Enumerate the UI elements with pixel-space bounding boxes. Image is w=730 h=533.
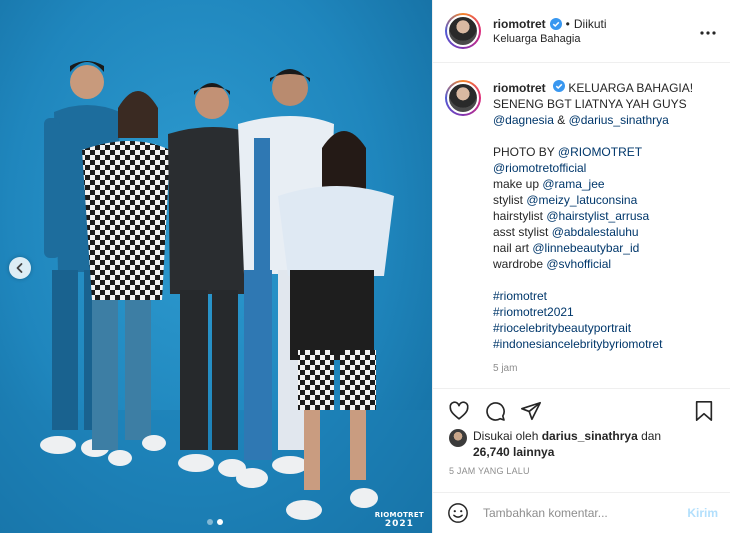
post-location[interactable]: Keluarga Bahagia xyxy=(493,33,698,45)
caption-username[interactable]: riomotret xyxy=(493,81,546,95)
hashtag-link[interactable]: #riomotret2021 xyxy=(493,305,574,319)
caption-text: riomotret KELUARGA BAHAGIA! SENENG BGT L… xyxy=(493,80,693,377)
comment-icon xyxy=(486,401,505,421)
person-woman xyxy=(82,91,170,466)
follow-status-button[interactable]: Diikuti xyxy=(574,17,607,31)
caption-text-fragment: nail art xyxy=(493,241,533,255)
header-separator: • xyxy=(565,17,570,31)
heart-icon xyxy=(449,400,469,420)
family-photo-illustration xyxy=(0,61,432,533)
hashtag-link[interactable]: #riomotret xyxy=(493,289,547,303)
caption-text-fragment: stylist xyxy=(493,193,527,207)
caption-line: stylist @meizy_latuconsina xyxy=(493,192,693,208)
caption-line: PHOTO BY @RIOMOTRET xyxy=(493,144,693,160)
emoji-icon xyxy=(448,503,468,523)
caption-line: hairstylist @hairstylist_arrusa xyxy=(493,208,693,224)
caption-text-fragment: hairstylist xyxy=(493,209,547,223)
mention-link[interactable]: @rama_jee xyxy=(542,177,604,191)
post-actions xyxy=(433,388,730,432)
share-button[interactable] xyxy=(517,397,545,425)
author-username[interactable]: riomotret xyxy=(493,17,546,31)
caption-avatar[interactable] xyxy=(445,80,481,116)
previous-slide-button[interactable] xyxy=(9,257,31,279)
caption-line: #indonesiancelebritybyriomotret xyxy=(493,336,693,352)
caption-text-fragment: PHOTO BY xyxy=(493,145,558,159)
likes-mid: dan xyxy=(637,429,662,443)
caption-text-fragment: wardrobe xyxy=(493,257,547,271)
mention-link[interactable]: @riomotretofficial xyxy=(493,161,586,175)
caption-line: nail art @linnebeautybar_id xyxy=(493,240,693,256)
likes-prefix: Disukai oleh xyxy=(473,429,542,443)
slide-indicator xyxy=(207,519,223,525)
slide-dot[interactable] xyxy=(217,519,223,525)
caption-line: @dagnesia & @darius_sinathrya xyxy=(493,112,693,128)
caption-line: SENENG BGT LIATNYA YAH GUYS xyxy=(493,97,687,111)
watermark-year: 2021 xyxy=(384,518,414,529)
mention-link[interactable]: @RIOMOTRET xyxy=(558,145,642,159)
caption-first-line: KELUARGA BAHAGIA! xyxy=(568,81,694,95)
comment-button[interactable] xyxy=(481,397,509,425)
caption-line: @riomotretofficial xyxy=(493,160,693,176)
post-sidebar: riomotret • Diikuti Keluarga Bahagia rio… xyxy=(432,0,730,533)
mention-link[interactable]: @linnebeautybar_id xyxy=(532,241,639,255)
verified-badge-icon xyxy=(549,18,562,30)
more-options-button[interactable] xyxy=(698,22,718,40)
mention-link[interactable]: @darius_sinathrya xyxy=(569,113,669,127)
send-icon xyxy=(521,401,541,420)
post-timestamp[interactable]: 5 JAM YANG LALU xyxy=(449,466,530,476)
author-avatar[interactable] xyxy=(445,13,481,49)
liker-avatar[interactable] xyxy=(449,429,467,447)
photo-watermark: RIOMOTRET 2021 xyxy=(375,511,424,529)
post-caption: riomotret KELUARGA BAHAGIA! SENENG BGT L… xyxy=(445,80,720,377)
caption-line: #riomotret xyxy=(493,288,693,304)
likes-count[interactable]: 26,740 lainnya xyxy=(473,445,554,459)
caption-text-fragment: asst stylist xyxy=(493,225,552,239)
chevron-left-icon xyxy=(16,263,23,273)
send-comment-button[interactable]: Kirim xyxy=(687,506,718,520)
likes-summary: Disukai oleh darius_sinathrya dan 26,740… xyxy=(449,428,720,460)
mention-link[interactable]: @svhofficial xyxy=(546,257,611,271)
caption-time: 5 jam xyxy=(493,363,518,374)
caption-text-fragment: make up xyxy=(493,177,543,191)
save-button[interactable] xyxy=(690,397,718,425)
post-header: riomotret • Diikuti Keluarga Bahagia xyxy=(433,0,730,63)
bookmark-icon xyxy=(695,400,713,421)
mention-link[interactable]: @meizy_latuconsina xyxy=(526,193,637,207)
mention-link[interactable]: @abdalestaluhu xyxy=(552,225,639,239)
hashtag-link[interactable]: #riocelebritybeautyportrait xyxy=(493,321,631,335)
liker-username[interactable]: darius_sinathrya xyxy=(542,429,638,443)
mention-link[interactable]: @dagnesia xyxy=(493,113,554,127)
caption-text-fragment: & xyxy=(553,113,569,127)
caption-line: #riomotret2021 xyxy=(493,304,693,320)
like-button[interactable] xyxy=(445,397,473,425)
emoji-button[interactable] xyxy=(445,500,471,526)
hashtag-link[interactable]: #indonesiancelebritybyriomotret xyxy=(493,337,662,351)
comment-form: Kirim xyxy=(433,492,730,533)
slide-dot[interactable] xyxy=(207,519,213,525)
more-icon xyxy=(700,31,716,35)
post-photo[interactable]: RIOMOTRET 2021 xyxy=(0,0,432,533)
caption-line: #riocelebritybeautyportrait xyxy=(493,320,693,336)
mention-link[interactable]: @hairstylist_arrusa xyxy=(546,209,649,223)
caption-line: wardrobe @svhofficial xyxy=(493,256,693,272)
verified-badge-icon xyxy=(553,80,566,92)
comment-input[interactable] xyxy=(483,506,688,520)
caption-line: asst stylist @abdalestaluhu xyxy=(493,224,693,240)
caption-line: make up @rama_jee xyxy=(493,176,693,192)
